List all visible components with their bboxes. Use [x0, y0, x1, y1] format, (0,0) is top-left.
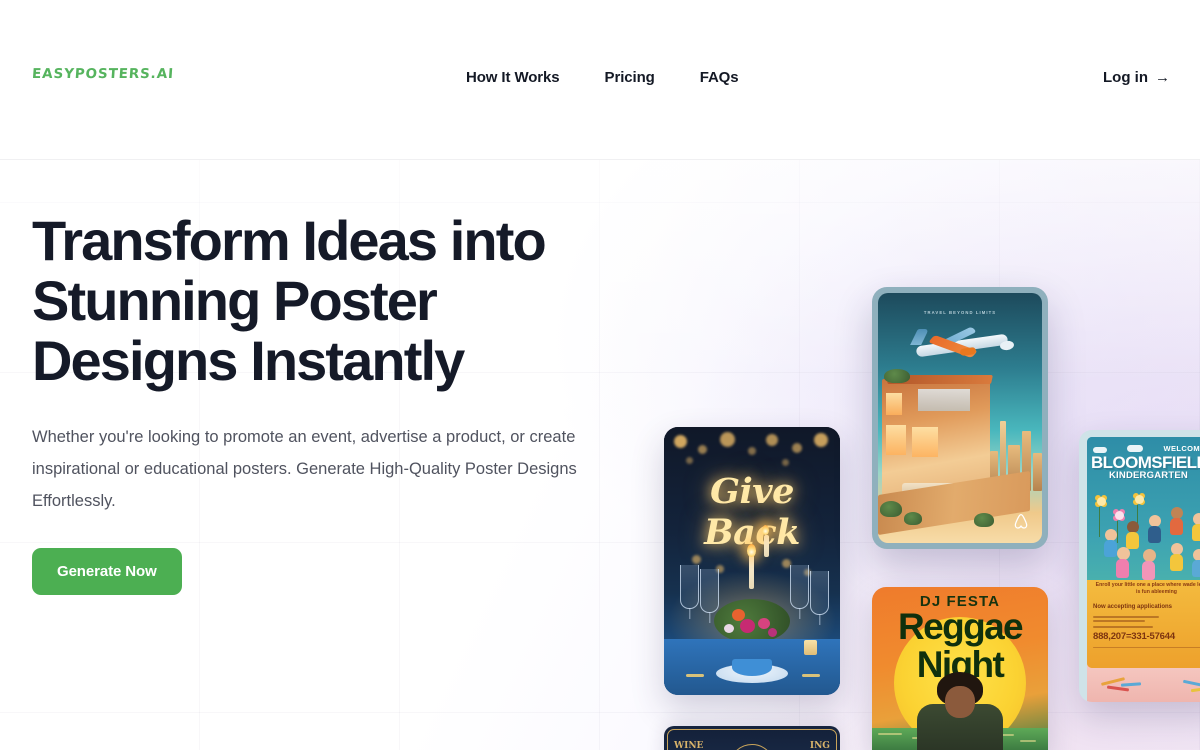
kinder-body-text: Enroll your little one a place where wad…	[1095, 582, 1200, 595]
headline-line-3: Designs Instantly	[32, 329, 465, 392]
login-label: Log in	[1103, 69, 1148, 86]
poster-card-reggae-night[interactable]: DJ FESTA Reggae Night	[872, 587, 1048, 750]
logo[interactable]: EASYPOSTERS.AI	[31, 66, 174, 82]
kinder-welcome: WELCOME TO	[1163, 444, 1200, 453]
kindergarten-artwork: WELCOME TO BLOOMSFIELD KINDERGARTEN	[1087, 437, 1200, 668]
kinder-accepting-text: Now accepting applications	[1093, 604, 1173, 610]
musician-figure	[915, 672, 1005, 750]
hero-copy: Transform Ideas into Stunning Poster Des…	[32, 211, 632, 595]
headline-line-1: Transform Ideas into	[32, 209, 547, 272]
give-back-artwork: Give Back	[664, 427, 840, 695]
site-header: EASYPOSTERS.AI How It Works Pricing FAQs…	[0, 0, 1200, 160]
page-title: Transform Ideas into Stunning Poster Des…	[32, 211, 632, 391]
login-button[interactable]: Log in →	[1103, 69, 1170, 86]
kinder-subtitle: KINDERGARTEN	[1109, 470, 1188, 481]
bottom-left-text: WINE	[674, 741, 704, 750]
travel-caption: TRAVEL BEYOND LIMITS	[923, 310, 997, 315]
headline-line-2: Stunning Poster	[32, 269, 438, 332]
bottom-right-text: ING	[809, 741, 830, 750]
airbnb-belo-icon	[1014, 514, 1028, 529]
bottom-poster-artwork: WINE ING	[667, 729, 837, 750]
give-back-title: Give Back	[704, 471, 800, 553]
poster-card-kindergarten[interactable]: WELCOME TO BLOOMSFIELD KINDERGARTEN	[1079, 430, 1200, 702]
landing-page: EASYPOSTERS.AI How It Works Pricing FAQs…	[0, 0, 1200, 750]
nav-item-faqs[interactable]: FAQs	[700, 69, 739, 86]
nav-item-how-it-works[interactable]: How It Works	[466, 69, 560, 86]
generate-now-button[interactable]: Generate Now	[32, 548, 182, 595]
nav-item-pricing[interactable]: Pricing	[605, 69, 655, 86]
candle-flame-icon	[747, 544, 756, 557]
main-navigation: How It Works Pricing FAQs	[466, 69, 739, 86]
poster-card-travel[interactable]: TRAVEL BEYOND LIMITS	[872, 287, 1048, 549]
hero-subtitle: Whether you're looking to promote an eve…	[32, 428, 577, 510]
travel-artwork: TRAVEL BEYOND LIMITS	[878, 293, 1042, 543]
arrow-right-icon: →	[1155, 69, 1170, 86]
poster-card-give-back[interactable]: Give Back	[664, 427, 840, 695]
blue-napkin	[732, 659, 772, 676]
desk-surface	[1087, 662, 1200, 702]
airplane-icon	[908, 326, 1015, 365]
poster-card-bottom-peek[interactable]: WINE ING	[664, 726, 840, 750]
kinder-phone: 888,207=331-57644	[1093, 631, 1175, 642]
